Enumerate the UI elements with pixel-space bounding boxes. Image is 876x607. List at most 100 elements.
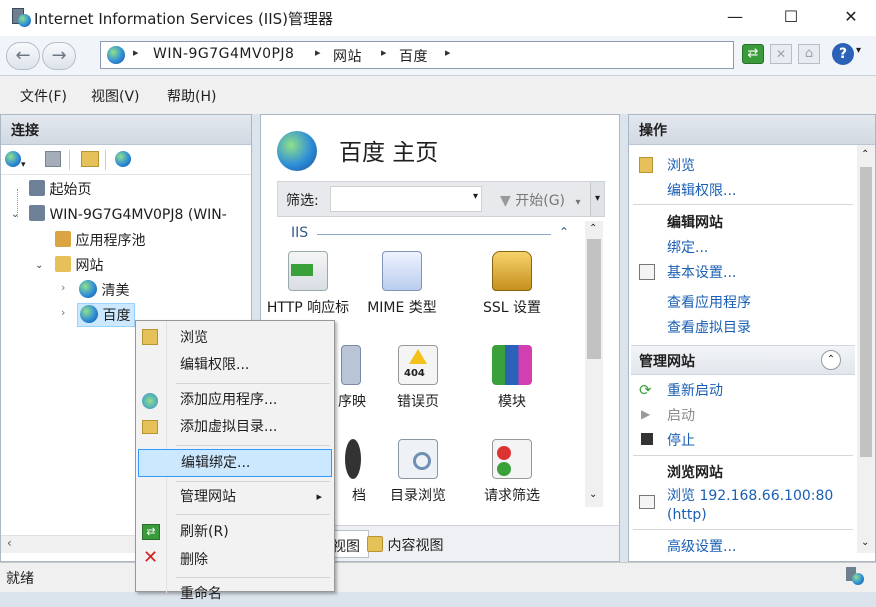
- error-code-badge: 404: [404, 368, 425, 379]
- actions-panel: 操作 ⌃ ⌄ 浏览 编辑权限... 编辑网站 绑定... 基本设置... 查看应…: [628, 114, 876, 562]
- filter-label: 筛选:: [286, 193, 319, 209]
- feature-directory-browsing[interactable]: 目录浏览: [373, 439, 463, 505]
- context-item-refresh[interactable]: 刷新(R): [138, 519, 332, 545]
- chevron-down-icon[interactable]: ▾: [473, 191, 478, 202]
- action-bindings[interactable]: 绑定...: [667, 237, 708, 257]
- tab-content-view[interactable]: 内容视图: [367, 535, 443, 555]
- breadcrumb-separator: ▸: [445, 46, 451, 59]
- action-basic-settings[interactable]: 基本设置...: [667, 262, 736, 282]
- context-item-manage-site[interactable]: 管理网站 ▸: [138, 484, 332, 510]
- connections-toolbar: ▾: [1, 145, 251, 175]
- action-browse[interactable]: 浏览: [667, 155, 695, 175]
- address-field[interactable]: ▸ WIN-9G7G4MV0PJ8 ▸ 网站 ▸ 百度 ▸: [100, 41, 734, 69]
- mime-types-icon: [382, 251, 422, 291]
- context-item-edit-permissions[interactable]: 编辑权限...: [138, 352, 332, 378]
- context-item-add-application[interactable]: 添加应用程序...: [138, 387, 332, 413]
- scroll-down-icon[interactable]: ⌄: [589, 489, 597, 500]
- action-browse-address-protocol[interactable]: (http): [667, 507, 707, 523]
- help-icon[interactable]: ? ▾: [832, 43, 866, 65]
- menu-view[interactable]: 视图(V): [91, 86, 140, 106]
- menu-separator: [176, 577, 330, 578]
- tree-item-app-pools[interactable]: 应用程序池: [55, 230, 145, 250]
- filter-input[interactable]: ▾: [330, 186, 482, 212]
- context-menu: 浏览 编辑权限... 添加应用程序... 添加虚拟目录... 编辑绑定... 管…: [135, 320, 335, 602]
- chevron-right-icon[interactable]: ›: [61, 281, 65, 294]
- tree-item-site-qingmei[interactable]: 清美: [79, 280, 129, 300]
- action-advanced-settings[interactable]: 高级设置...: [667, 536, 736, 556]
- context-item-rename[interactable]: 重命名: [138, 581, 332, 607]
- feature-label: HTTP 响应标: [266, 300, 350, 316]
- toolbar-divider: [105, 150, 106, 170]
- action-view-virtual-dirs[interactable]: 查看虚拟目录: [667, 317, 751, 337]
- actions-scrollbar[interactable]: ⌃ ⌄: [857, 145, 875, 553]
- start-filter-button[interactable]: ▼ 开始(G) ▾: [500, 190, 581, 210]
- toolbar-divider: [69, 150, 70, 170]
- submenu-arrow-icon: ▸: [316, 490, 322, 503]
- context-item-browse[interactable]: 浏览: [138, 325, 332, 351]
- home-icon[interactable]: ⌂: [798, 44, 820, 64]
- filter-options-icon[interactable]: ▾: [590, 182, 604, 216]
- scroll-up-icon[interactable]: ⌃: [589, 223, 597, 234]
- tree-item-start-page[interactable]: 起始页: [29, 179, 91, 199]
- tree-item-site-baidu[interactable]: 百度: [77, 303, 136, 327]
- server-icon: [29, 205, 45, 221]
- tree-item-server[interactable]: WIN-9G7G4MV0PJ8 (WIN-: [29, 205, 227, 223]
- page-title: 百度 主页: [339, 140, 439, 166]
- scroll-down-icon[interactable]: ⌄: [861, 537, 869, 548]
- collapse-section-icon[interactable]: ⌃: [821, 350, 841, 370]
- feature-ssl-settings[interactable]: SSL 设置: [467, 251, 557, 317]
- manage-site-header: 管理网站: [639, 354, 695, 370]
- action-start: 启动: [667, 408, 695, 424]
- tree-item-sites[interactable]: 网站: [55, 255, 103, 275]
- scroll-thumb[interactable]: [860, 167, 872, 457]
- chevron-right-icon[interactable]: ›: [61, 306, 65, 319]
- action-browse-address[interactable]: 浏览 192.168.66.100:80: [667, 485, 833, 505]
- divider: [633, 529, 853, 530]
- breadcrumb-sites[interactable]: 网站: [333, 46, 362, 66]
- connect-icon[interactable]: ▾: [5, 151, 26, 171]
- basic-settings-icon: [639, 264, 655, 280]
- scroll-left-icon[interactable]: ‹: [7, 536, 12, 550]
- feature-mime-types[interactable]: MIME 类型: [357, 251, 447, 317]
- menu-help[interactable]: 帮助(H): [167, 86, 216, 106]
- breadcrumb-site[interactable]: 百度: [399, 46, 428, 66]
- feature-modules[interactable]: 模块: [467, 345, 557, 411]
- save-icon[interactable]: [45, 151, 61, 167]
- breadcrumb-separator: ▸: [315, 46, 321, 59]
- forward-button[interactable]: →: [42, 42, 76, 70]
- chevron-down-icon[interactable]: ⌄: [35, 260, 43, 271]
- collapse-group-icon[interactable]: ⌃: [559, 225, 569, 239]
- filter-bar: 筛选: ▾ ▼ 开始(G) ▾ ▾: [277, 181, 605, 217]
- scroll-up-icon[interactable]: ⌃: [861, 149, 869, 160]
- context-item-edit-bindings[interactable]: 编辑绑定...: [138, 449, 332, 477]
- feature-error-pages[interactable]: 404 错误页: [373, 345, 463, 411]
- feature-label: 错误页: [397, 394, 439, 410]
- breadcrumb-server[interactable]: WIN-9G7G4MV0PJ8: [153, 46, 294, 62]
- close-button[interactable]: ✕: [828, 0, 874, 36]
- sites-folder-icon: [55, 256, 71, 272]
- scroll-thumb[interactable]: [587, 239, 601, 359]
- refresh-icon[interactable]: ⇄: [742, 44, 764, 64]
- maximize-button[interactable]: ☐: [768, 0, 814, 36]
- action-restart[interactable]: 重新启动: [667, 380, 723, 400]
- browse-window-icon: [639, 495, 655, 509]
- disconnect-icon[interactable]: [115, 151, 131, 171]
- menu-file[interactable]: 文件(F): [20, 86, 67, 106]
- menu-separator: [176, 481, 330, 482]
- feature-http-response-headers[interactable]: HTTP 响应标: [263, 251, 353, 317]
- stop-icon[interactable]: ✕: [770, 44, 792, 64]
- feature-request-filtering[interactable]: 请求筛选: [467, 439, 557, 505]
- action-stop[interactable]: 停止: [667, 430, 695, 450]
- action-view-applications[interactable]: 查看应用程序: [667, 292, 751, 312]
- actions-header: 操作: [629, 115, 875, 145]
- up-folder-icon[interactable]: [81, 151, 99, 167]
- context-item-add-virtual-dir[interactable]: 添加虚拟目录...: [138, 414, 332, 440]
- menu-separator: [176, 514, 330, 515]
- action-edit-permissions[interactable]: 编辑权限...: [667, 180, 736, 200]
- error-page-icon: 404: [398, 345, 438, 385]
- context-item-delete[interactable]: 删除: [138, 547, 332, 573]
- back-button[interactable]: ←: [6, 42, 40, 70]
- minimize-button[interactable]: —: [712, 0, 758, 36]
- chevron-down-icon[interactable]: ⌄: [11, 209, 19, 220]
- feature-scrollbar[interactable]: ⌃ ⌄: [585, 221, 603, 507]
